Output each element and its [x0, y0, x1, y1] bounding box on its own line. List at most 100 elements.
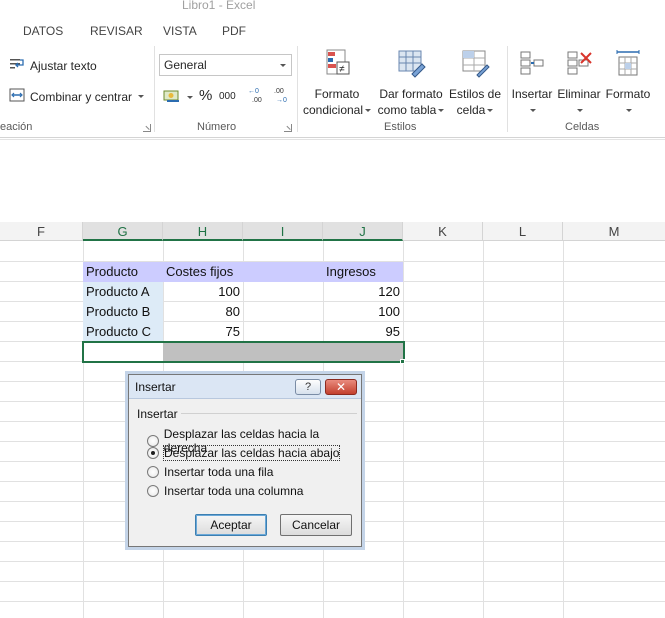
cell-styles-icon	[447, 48, 503, 82]
ribbon-tabs: DATOS REVISAR VISTA PDF	[0, 20, 665, 42]
column-header-H[interactable]: H	[163, 222, 243, 241]
option-label: Desplazar las celdas hacia abajo	[162, 445, 341, 461]
cell-styles-label-2: celda	[456, 103, 486, 117]
radio-icon[interactable]	[147, 485, 159, 497]
svg-text:≠: ≠	[339, 64, 345, 75]
dialog-title: Insertar	[135, 380, 176, 394]
radio-selected-icon[interactable]	[147, 447, 159, 459]
conditional-format-button[interactable]: ≠ Formato condicional	[301, 48, 373, 118]
accounting-format-button[interactable]	[163, 88, 193, 107]
gridline	[0, 581, 665, 582]
alignment-group-label: eación	[0, 121, 33, 133]
close-button[interactable]: ✕	[325, 379, 357, 395]
cell-H3[interactable]: 100	[163, 282, 243, 302]
format-cells-icon	[604, 48, 652, 82]
chevron-down-icon	[530, 109, 536, 113]
chevron-down-icon	[187, 96, 193, 99]
cell-G4[interactable]: Producto B	[83, 302, 163, 322]
column-header-F[interactable]: F	[0, 222, 83, 241]
insert-cells-label: Insertar	[511, 87, 553, 101]
column-header-G[interactable]: G	[83, 222, 163, 241]
option-label: Insertar toda una columna	[164, 484, 304, 498]
cell-styles-button[interactable]: Estilos de celda	[447, 48, 503, 118]
divider	[181, 413, 357, 414]
decrease-decimal-button[interactable]: .00 →0	[272, 86, 290, 104]
cell-J5[interactable]: 95	[323, 322, 403, 342]
radio-icon[interactable]	[147, 466, 159, 478]
format-as-table-button[interactable]: Dar formato como tabla	[375, 48, 447, 118]
format-cells-button[interactable]: Formato	[604, 48, 652, 118]
cell-H2[interactable]: Costes fijos	[163, 262, 243, 282]
number-launcher-icon[interactable]	[284, 124, 292, 132]
tab-pdf[interactable]: PDF	[222, 24, 246, 38]
cell-styles-label-1: Estilos de	[448, 87, 502, 101]
dialog-group-label: Insertar	[137, 407, 178, 421]
increase-decimal-icon: ←0.00	[248, 88, 262, 104]
delete-cells-button[interactable]: Eliminar	[556, 48, 602, 118]
formula-bar-area	[0, 139, 665, 223]
cell-H5[interactable]: 75	[163, 322, 243, 342]
ribbon: Ajustar texto Combinar y centrar eación …	[0, 42, 665, 138]
option-shift-down[interactable]: Desplazar las celdas hacia abajo	[147, 445, 341, 461]
window-title: Libro1 - Excel	[182, 0, 256, 12]
column-header-L[interactable]: L	[483, 222, 563, 241]
format-as-table-label-1: Dar formato	[379, 87, 443, 101]
option-entire-row[interactable]: Insertar toda una fila	[147, 465, 273, 479]
cell-J2[interactable]: Ingresos	[323, 262, 403, 282]
ok-button[interactable]: Aceptar	[195, 514, 267, 536]
help-button[interactable]: ?	[295, 379, 321, 395]
tab-revisar[interactable]: REVISAR	[90, 24, 143, 38]
wrap-text-button[interactable]: Ajustar texto	[9, 57, 97, 74]
option-entire-column[interactable]: Insertar toda una columna	[147, 484, 303, 498]
chevron-down-icon	[438, 109, 445, 113]
cell-G3[interactable]: Producto A	[83, 282, 163, 302]
format-as-table-label-2: como tabla	[377, 103, 437, 117]
gridline	[0, 561, 665, 562]
svg-text:→0: →0	[276, 97, 287, 104]
number-format-select[interactable]: General	[159, 54, 292, 76]
column-header-M[interactable]: M	[563, 222, 665, 241]
merge-center-icon	[9, 88, 25, 105]
format-cells-label: Formato	[605, 87, 651, 101]
number-format-value: General	[164, 58, 207, 72]
cell-H4[interactable]: 80	[163, 302, 243, 322]
cell-J3[interactable]: 120	[323, 282, 403, 302]
insert-cells-button[interactable]: Insertar	[509, 48, 555, 118]
merge-center-button[interactable]: Combinar y centrar	[9, 88, 145, 105]
cell-G2[interactable]: Producto	[83, 262, 163, 282]
chevron-down-icon	[626, 109, 632, 113]
svg-text:.00: .00	[252, 97, 262, 104]
wrap-text-icon	[9, 57, 25, 74]
cell-J4[interactable]: 100	[323, 302, 403, 322]
tab-vista[interactable]: VISTA	[163, 24, 197, 38]
dialog-titlebar[interactable]: Insertar ? ✕	[129, 375, 361, 399]
chevron-down-icon	[577, 109, 583, 113]
chevron-down-icon[interactable]	[138, 95, 145, 98]
alignment-launcher-icon[interactable]	[143, 124, 151, 132]
conditional-format-icon: ≠	[301, 48, 373, 82]
conditional-format-label-2: condicional	[302, 103, 364, 117]
percent-button[interactable]: %	[199, 87, 212, 104]
column-header-K[interactable]: K	[403, 222, 483, 241]
divider	[507, 46, 508, 132]
svg-text:.00: .00	[274, 88, 284, 95]
selection-border	[82, 341, 405, 363]
thousands-button[interactable]: 000	[219, 91, 236, 102]
format-as-table-icon	[375, 48, 447, 82]
divider	[297, 46, 298, 132]
chevron-down-icon	[280, 64, 286, 67]
cells-group-label: Celdas	[565, 121, 600, 133]
column-header-I[interactable]: I	[243, 222, 323, 241]
fill-handle[interactable]	[400, 359, 405, 364]
merge-center-label: Combinar y centrar	[30, 89, 133, 104]
tab-datos[interactable]: DATOS	[23, 24, 63, 38]
increase-decimal-button[interactable]: ←0.00	[248, 86, 266, 104]
cell-I2[interactable]	[243, 262, 323, 282]
cell-G5[interactable]: Producto C	[83, 322, 163, 342]
number-group-label: Número	[197, 121, 237, 133]
svg-text:←0: ←0	[248, 88, 259, 95]
chevron-down-icon	[365, 109, 372, 113]
column-header-J[interactable]: J	[323, 222, 403, 241]
cancel-button[interactable]: Cancelar	[280, 514, 352, 536]
delete-cells-icon	[556, 48, 602, 82]
